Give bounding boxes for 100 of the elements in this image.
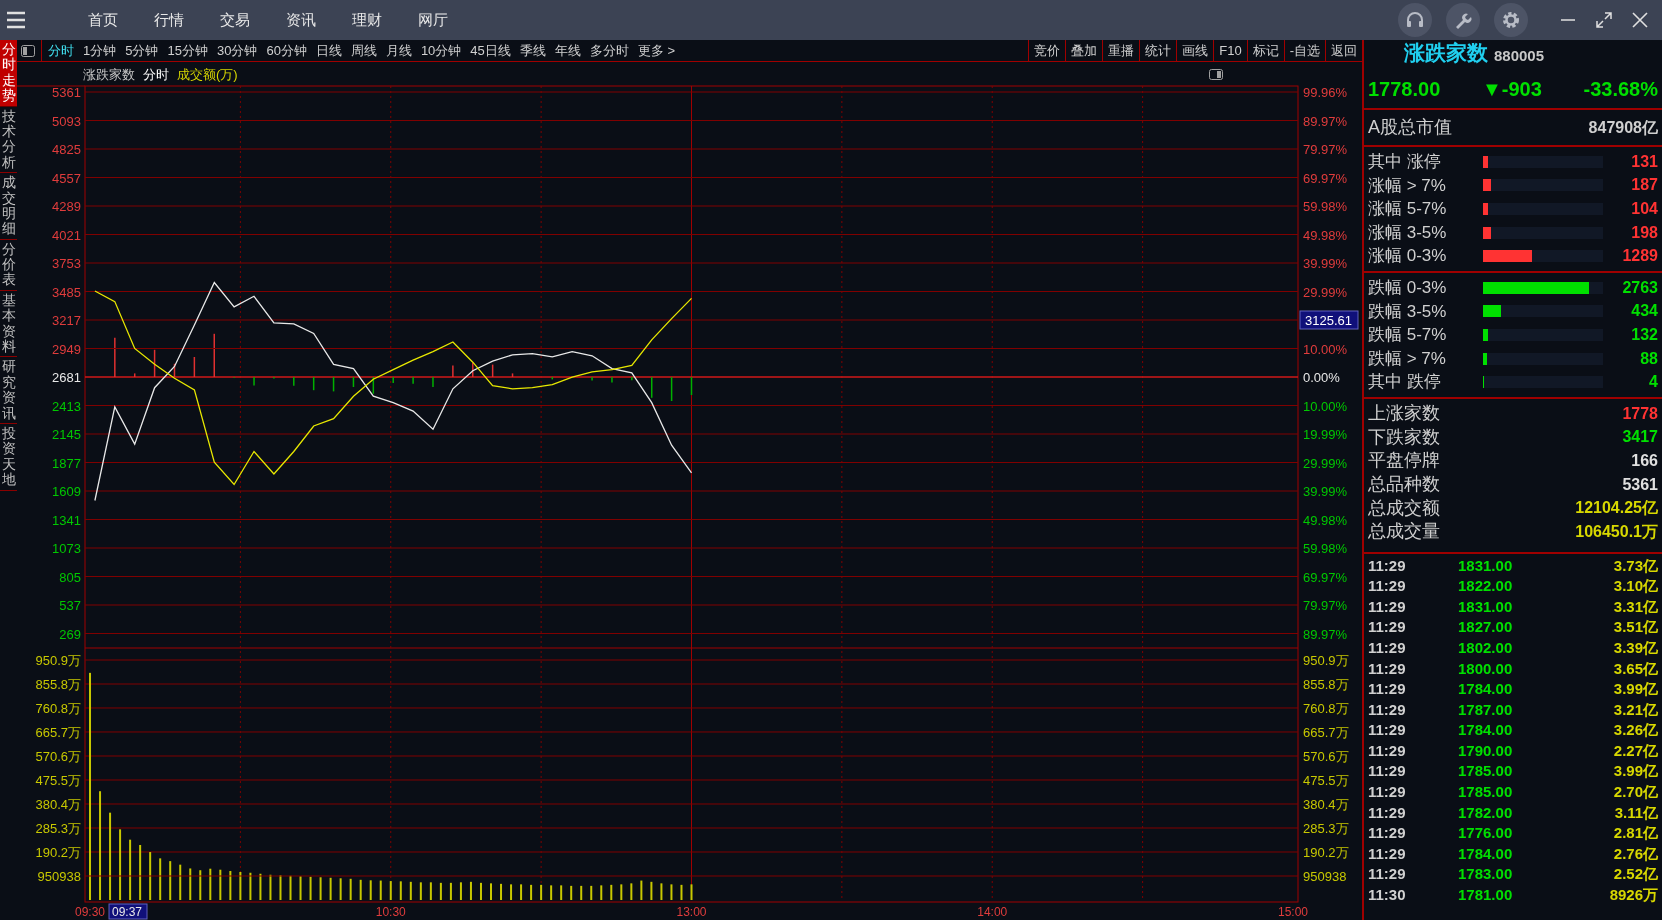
table-cell-text: 3.99亿 <box>1613 679 1658 700</box>
time-axis-label: 14:00 <box>977 905 1008 919</box>
close-icon[interactable] <box>1632 12 1648 28</box>
period-tab[interactable]: 年线 <box>554 40 581 61</box>
stat-value: 132 <box>1631 324 1658 345</box>
period-tab[interactable]: 月线 <box>385 40 412 61</box>
period-tab[interactable]: 更多 > <box>637 40 676 61</box>
table-cell-text: 3.11亿 <box>1614 802 1658 823</box>
axis-label: 3485 <box>52 284 81 300</box>
headset-icon[interactable] <box>1398 3 1432 37</box>
stat-value: 88 <box>1640 348 1658 369</box>
side-tab[interactable]: 研究资讯 <box>0 357 17 424</box>
settings-icon[interactable] <box>1494 3 1528 37</box>
side-tab[interactable]: 分价表 <box>0 239 17 291</box>
table-cell-text: 1831.00 <box>1458 555 1514 576</box>
axis-label: 950938 <box>37 869 81 884</box>
axis-label: 19.99% <box>1303 427 1348 442</box>
wrench-icon[interactable] <box>1446 3 1480 37</box>
panel-toggle-icon[interactable] <box>1209 69 1223 80</box>
toolbar-button[interactable]: 标记 <box>1246 40 1284 61</box>
volume-bar <box>249 872 252 900</box>
toolbar-button[interactable]: 叠加 <box>1065 40 1103 61</box>
menu-icon[interactable] <box>6 11 26 29</box>
toolbar-button[interactable]: 统计 <box>1139 40 1177 61</box>
volume-bar <box>299 876 302 900</box>
toolbar-button[interactable]: 竞价 <box>1028 40 1066 61</box>
axis-label: 5093 <box>52 113 81 129</box>
panel-toggle-icon[interactable] <box>21 45 35 57</box>
volume-bar <box>379 880 382 900</box>
volume-bar <box>259 873 262 900</box>
volume-bar <box>540 884 543 900</box>
period-tab[interactable]: 多分时 <box>589 40 629 61</box>
toolbar-button[interactable]: -自选 <box>1283 40 1325 61</box>
volume-bar <box>269 874 272 900</box>
period-tab[interactable]: 45日线 <box>470 40 511 61</box>
period-tab[interactable]: 日线 <box>315 40 342 61</box>
menu-item[interactable]: 首页 <box>88 8 118 32</box>
volume-bar <box>500 883 503 900</box>
volume-bar <box>590 885 593 900</box>
axis-label: 4021 <box>52 227 81 243</box>
volume-bar <box>229 871 232 900</box>
axis-label: 69.97% <box>1303 569 1348 585</box>
volume-bar <box>570 885 573 900</box>
period-tab[interactable]: 季线 <box>519 40 546 61</box>
volume-bar <box>169 861 172 900</box>
toolbar-button[interactable]: 重播 <box>1102 40 1140 61</box>
axis-label: 10.00% <box>1303 341 1348 357</box>
table-cell-text: 3.39亿 <box>1613 637 1658 658</box>
period-tab[interactable]: 30分钟 <box>216 40 258 61</box>
volume-bar <box>289 875 292 900</box>
period-tab[interactable]: 1分钟 <box>83 40 117 61</box>
menu-item[interactable]: 资讯 <box>286 8 316 32</box>
axis-label: 10.00% <box>1303 398 1348 414</box>
stat-label: 跌幅 > 7% <box>1368 347 1447 370</box>
volume-bar <box>660 883 663 900</box>
menu-item[interactable]: 行情 <box>154 8 184 32</box>
stat-label: 平盘停牌 <box>1368 449 1440 473</box>
period-tab[interactable]: 15分钟 <box>167 40 208 61</box>
toolbar-button[interactable]: F10 <box>1213 40 1247 61</box>
period-tab[interactable]: 周线 <box>350 40 377 61</box>
volume-bar <box>510 884 513 900</box>
toolbar-button[interactable]: 返回 <box>1325 40 1362 61</box>
table-cell-text: 2.70亿 <box>1613 782 1658 803</box>
menu-item[interactable]: 交易 <box>220 8 250 32</box>
table-cell-text: 1784.00 <box>1458 843 1514 864</box>
volume-bar <box>179 864 182 900</box>
menu-item[interactable]: 理财 <box>352 8 382 32</box>
stat-value: 131 <box>1631 151 1658 172</box>
period-tab[interactable]: 分时 <box>48 40 74 61</box>
side-tab[interactable]: 分时走势 <box>0 40 17 107</box>
period-tab[interactable]: 10分钟 <box>420 40 462 61</box>
table-cell-text: 11:29 <box>1368 740 1407 761</box>
toolbar-button[interactable]: 画线 <box>1176 40 1214 61</box>
side-tab[interactable]: 成交明细 <box>0 173 17 240</box>
volume-bar <box>209 868 212 900</box>
side-tab[interactable]: 投资天地 <box>0 424 17 491</box>
stat-label: 其中 涨停 <box>1368 151 1442 174</box>
period-tab[interactable]: 60分钟 <box>266 40 307 61</box>
stat-value: 3417 <box>1622 427 1658 448</box>
table-cell-text: 11:29 <box>1368 823 1407 844</box>
table-cell-text: 2.76亿 <box>1613 843 1658 864</box>
volume-bar <box>399 881 402 900</box>
stat-value: 5361 <box>1622 474 1658 495</box>
menu-item[interactable]: 网厅 <box>418 8 448 32</box>
table-cell-text: 3.10亿 <box>1613 576 1658 597</box>
volume-bar <box>459 882 462 900</box>
volume-bar <box>530 884 533 900</box>
axis-label: 2145 <box>52 427 81 442</box>
side-tab[interactable]: 基本资料 <box>0 290 17 358</box>
axis-label: 950938 <box>1303 869 1347 884</box>
volume-bar <box>690 884 693 900</box>
axis-label: 760.8万 <box>1303 701 1349 716</box>
period-tab[interactable]: 5分钟 <box>125 40 159 61</box>
volume-bar <box>580 885 583 900</box>
table-cell-text: 1785.00 <box>1458 782 1514 803</box>
maximize-icon[interactable] <box>1596 12 1612 28</box>
table-cell-text: 11:29 <box>1368 637 1407 658</box>
axis-label: 79.97% <box>1303 142 1348 157</box>
volume-bar <box>469 881 472 900</box>
side-tab[interactable]: 技术分析 <box>0 106 17 174</box>
